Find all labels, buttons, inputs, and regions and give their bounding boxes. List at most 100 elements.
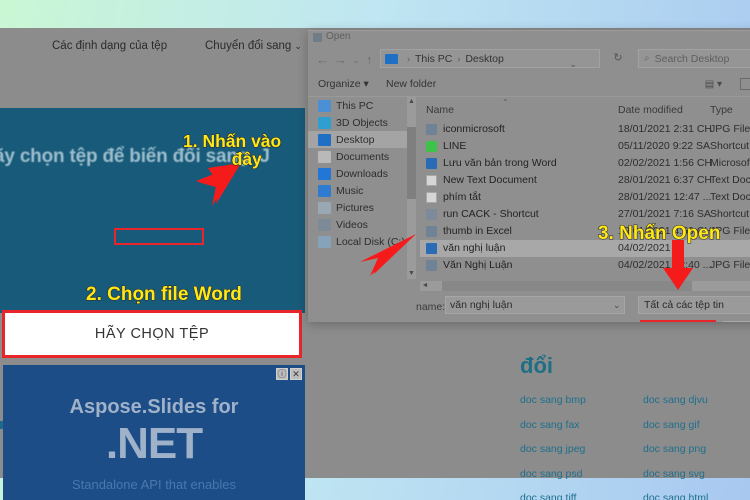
ad-info-icon[interactable]: ⓘ	[276, 368, 288, 380]
file-row[interactable]: LINE 05/11/2020 9:22 SA Shortcut	[420, 138, 750, 155]
scrollbar-thumb[interactable]	[407, 127, 416, 199]
shortcut-icon	[426, 209, 437, 220]
text-file-icon	[426, 192, 437, 203]
conversion-link[interactable]: doc sang psd	[520, 468, 586, 480]
ad-close-icon[interactable]: ✕	[290, 368, 302, 380]
advertisement-banner[interactable]: ⓘ ✕ Aspose.Slides for .NET Standalone AP…	[3, 365, 305, 500]
choose-file-button[interactable]: HÃY CHỌN TỆP	[2, 310, 302, 358]
file-name: run CACK - Shortcut	[443, 208, 539, 220]
breadcrumb-desktop[interactable]: Desktop	[465, 53, 504, 65]
column-header-name[interactable]: Name	[426, 104, 454, 116]
conversion-link[interactable]: doc sang tiff	[520, 492, 586, 500]
file-name: iconmicrosoft	[443, 123, 505, 135]
word-file-icon	[426, 158, 437, 169]
file-date-modified: 27/01/2021 7:16 SA	[618, 208, 711, 220]
navpane-item-this-pc[interactable]: This PC	[308, 97, 416, 114]
search-input[interactable]: ⌕ Search Desktop	[638, 49, 750, 68]
navpane-item-label: Documents	[336, 150, 390, 163]
file-list-hscrollbar[interactable]: ◄	[420, 281, 750, 291]
ad-line-3: Standalone API that enables	[71, 477, 237, 492]
conversion-link[interactable]: doc sang gif	[643, 419, 708, 431]
menu-item-file-formats-label: Các định dạng của tệp	[52, 40, 168, 52]
word-file-icon	[426, 243, 437, 254]
navpane-item-pictures[interactable]: Pictures	[308, 199, 416, 216]
new-folder-button[interactable]: New folder	[386, 78, 436, 90]
chevron-down-icon[interactable]: ⌄	[569, 59, 577, 70]
back-icon[interactable]: ←	[316, 52, 329, 67]
forward-icon[interactable]: →	[334, 52, 347, 67]
refresh-icon[interactable]: ↻	[608, 50, 628, 67]
navpane-item-label: Downloads	[336, 167, 388, 180]
file-row[interactable]: New Text Document 28/01/2021 6:37 CH Text …	[420, 172, 750, 189]
organize-label: Organize	[318, 78, 361, 90]
pictures-icon	[318, 201, 331, 214]
navpane-item-music[interactable]: Music	[308, 182, 416, 199]
navpane-item-documents[interactable]: Documents	[308, 148, 416, 165]
annotation-step-2: 2. Chọn file Word	[85, 284, 242, 305]
navpane-item-videos[interactable]: Videos	[308, 216, 416, 233]
file-name: văn nghị luận	[443, 242, 506, 254]
dialog-navbar: ← → ⌄ ↑ › This PC › Desktop ⌄ ↻ ⌕ Search…	[308, 44, 750, 73]
videos-icon	[318, 218, 331, 231]
ad-line-2: .NET	[105, 419, 203, 468]
file-row[interactable]: Văn Nghị Luận 04/02/2021 12:40 ... JPG Fil…	[420, 257, 750, 274]
cancel-button[interactable]: Cancel	[723, 321, 750, 322]
breadcrumb-separator: ›	[407, 53, 410, 64]
breadcrumb[interactable]: › This PC › Desktop ⌄	[380, 49, 600, 70]
arrow-step-2-icon	[360, 234, 416, 276]
menu-item-convert-to-label: Chuyển đổi sang	[205, 40, 292, 52]
conversion-link[interactable]: doc sang png	[643, 443, 708, 455]
conversion-link[interactable]: doc sang jpeg	[520, 443, 586, 455]
caret-down-icon: ▾	[363, 78, 369, 90]
annotation-step-3: 3. Nhấn Open	[597, 223, 721, 244]
filetype-dropdown[interactable]: Tất cả các tệp tin	[638, 296, 750, 314]
ad-controls: ⓘ ✕	[276, 368, 302, 380]
screenshot-root: Các định dạng của tệp Chuyển đổi sang ⌄ ã…	[0, 0, 750, 500]
conversions-column-b: doc sang djvu doc sang gif doc sang png …	[643, 394, 708, 500]
file-row[interactable]: Lưu văn bản trong Word 02/02/2021 1:56 CH…	[420, 155, 750, 172]
file-row[interactable]: run CACK - Shortcut 27/01/2021 7:16 SA Sho…	[420, 206, 750, 223]
dialog-titlebar[interactable]: Open	[308, 31, 750, 44]
view-options-icon[interactable]: ▤ ▾	[705, 79, 722, 90]
column-header-type[interactable]: Type	[710, 104, 733, 116]
navpane-item-desktop[interactable]: Desktop	[308, 131, 416, 148]
file-type: Text Docu	[710, 174, 750, 186]
3d-icon	[318, 116, 331, 129]
file-list[interactable]: ⌃ Name Date modified Type iconmicrosoft 1…	[420, 97, 750, 279]
filetype-value: Tất cả các tệp tin	[644, 299, 724, 311]
conversion-link[interactable]: doc sang fax	[520, 419, 586, 431]
conversions-column-a: doc sang bmp doc sang fax doc sang jpeg …	[520, 394, 586, 500]
file-row[interactable]: phím tắt 28/01/2021 12:47 ...Text Docu	[420, 189, 750, 206]
conversion-link[interactable]: doc sang bmp	[520, 394, 586, 406]
file-date-modified: 05/11/2020 9:22 SA	[618, 140, 711, 152]
filename-input[interactable]: văn nghị luận	[445, 296, 625, 314]
column-header-date-modified[interactable]: Date modified	[618, 104, 683, 116]
up-one-level-icon[interactable]: ↑	[366, 52, 373, 67]
file-date-modified: 18/01/2021 2:31 CH	[618, 123, 712, 135]
preview-pane-icon[interactable]	[740, 78, 750, 90]
menu-item-convert-to[interactable]: Chuyển đổi sang ⌄	[205, 40, 302, 52]
navpane-item-3d-objects[interactable]: 3D Objects	[308, 114, 416, 131]
menu-item-file-formats[interactable]: Các định dạng của tệp	[52, 40, 167, 52]
conversion-link[interactable]: doc sang djvu	[643, 394, 708, 406]
jpg-file-icon	[426, 226, 437, 237]
navpane-item-label: 3D Objects	[336, 116, 388, 129]
filename-label: name:	[416, 301, 446, 313]
text-file-icon	[426, 175, 437, 186]
view-glyph: ▤	[704, 79, 715, 90]
folder-icon	[313, 33, 322, 42]
chevron-down-icon[interactable]: ⌄	[613, 300, 621, 311]
annotation-step-1: 1. Nhấn vào đây	[182, 131, 282, 169]
navpane-item-downloads[interactable]: Downloads	[308, 165, 416, 182]
file-row[interactable]: iconmicrosoft 18/01/2021 2:31 CH JPG File	[420, 121, 750, 138]
recent-locations-icon[interactable]: ⌄	[352, 55, 360, 66]
organize-button[interactable]: Organize ▾	[318, 78, 369, 90]
hscrollbar-thumb[interactable]	[442, 281, 692, 291]
breadcrumb-this-pc[interactable]: This PC	[415, 53, 452, 65]
scroll-up-icon[interactable]: ▲	[407, 97, 416, 107]
conversion-link[interactable]: doc sang svg	[643, 468, 708, 480]
breadcrumb-separator: ›	[457, 53, 461, 64]
scroll-left-icon[interactable]: ◄	[420, 281, 430, 291]
file-type: Shortcut	[710, 140, 750, 152]
conversion-link[interactable]: doc sang html	[643, 492, 708, 500]
